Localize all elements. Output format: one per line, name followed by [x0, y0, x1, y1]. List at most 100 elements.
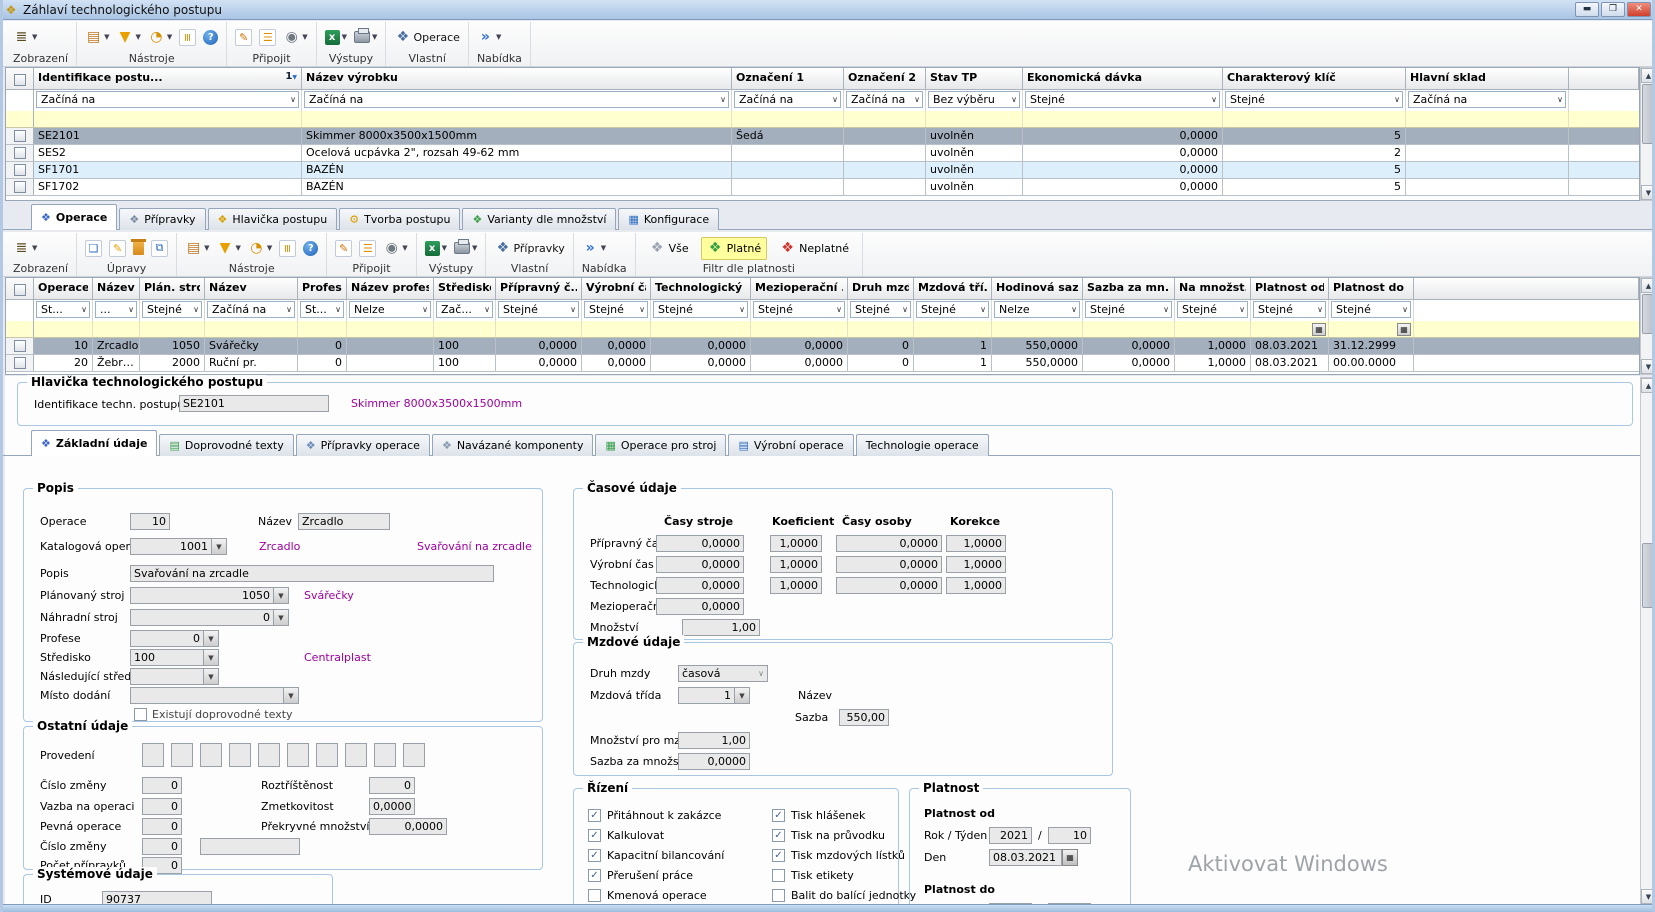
history-button[interactable]: ◔▼ [148, 29, 172, 46]
pripravny-koeficient[interactable]: 1,0000 [770, 535, 822, 552]
grid1-scrollbar[interactable]: ▲ ▼ [1640, 67, 1655, 201]
filter-input-cell[interactable] [140, 321, 205, 337]
filter-valid-button[interactable]: ❖Platné [701, 237, 767, 260]
vazba-na-operaci-field[interactable]: 0 [142, 798, 182, 815]
filter-combo[interactable]: Stejné∨ [850, 301, 911, 318]
filter-combo[interactable]: Stejné∨ [142, 301, 202, 318]
grid-column-header[interactable]: Sazba za mn... [1083, 278, 1175, 300]
filter-input-cell[interactable]: ▦ [1251, 321, 1329, 337]
tab-vyrobni-operace[interactable]: ▤Výrobní operace [728, 434, 853, 456]
roztristenost-field[interactable]: 0 [369, 777, 415, 794]
filter-input-cell[interactable] [34, 111, 302, 127]
calendar-icon[interactable]: ▦ [1062, 849, 1078, 866]
zmetkovitost-field[interactable]: 0,0000 [369, 798, 415, 815]
pripravny-cas-stroje[interactable]: 0,0000 [656, 535, 744, 552]
provedeni-box[interactable] [200, 743, 222, 767]
routing-description-link[interactable]: Skimmer 8000x3500x1500mm [351, 395, 522, 412]
scroll-up-icon[interactable]: ▲ [1641, 68, 1655, 83]
table-row[interactable]: SF1701BAZÉNuvolněn0,00005 [6, 162, 1639, 179]
provedeni-box[interactable] [171, 743, 193, 767]
vyrobni-cas-osoby[interactable]: 0,0000 [836, 556, 942, 573]
stredisko-link[interactable]: Centralplast [304, 649, 371, 666]
filter-input-cell[interactable]: ▦ [1329, 321, 1414, 337]
grid-column-header[interactable]: Označení 1 [732, 68, 844, 90]
provedeni-box[interactable] [142, 743, 164, 767]
grid-column-header[interactable]: Název profese [347, 278, 434, 300]
checkbox-item[interactable]: ✓Přerušení práce [588, 867, 758, 887]
delete-record-button[interactable] [133, 242, 144, 255]
pripravny-cas-osoby[interactable]: 0,0000 [836, 535, 942, 552]
filter-combo[interactable]: Nelze∨ [349, 301, 431, 318]
row-checkbox[interactable] [14, 147, 26, 159]
grid-column-header[interactable]: Druh mzdy [848, 278, 914, 300]
provedeni-box[interactable] [258, 743, 280, 767]
filter-combo[interactable]: Stejné∨ [1331, 301, 1411, 318]
grid-column-header[interactable]: Název [205, 278, 298, 300]
table-row[interactable]: 10Zrcadlo1050Svářečky01000,00000,00000,0… [6, 338, 1639, 355]
filter-input-cell[interactable] [434, 321, 496, 337]
media-button[interactable]: ◉▼ [383, 240, 407, 257]
checkbox-item[interactable]: ✓Kapacitní bilancování [588, 847, 758, 867]
settings-button[interactable]: ≡ [179, 29, 196, 46]
filter-combo[interactable]: Stejné∨ [584, 301, 648, 318]
spinner-button[interactable]: ▼ [212, 538, 227, 555]
tab-technologie-operace[interactable]: Technologie operace [856, 434, 989, 456]
grid-column-header[interactable]: Na množst... [1175, 278, 1251, 300]
filter-input-cell[interactable] [93, 321, 140, 337]
select-all-checkbox[interactable] [14, 74, 26, 86]
prekryvne-mnozstvi-field[interactable]: 0,0000 [369, 818, 447, 835]
grid-column-header[interactable]: Hodinová saz... [992, 278, 1083, 300]
spinner-button[interactable]: ▼ [284, 687, 299, 704]
filter-input-cell[interactable] [496, 321, 582, 337]
table-row[interactable]: 20Žebr…2000Ruční pr.01000,00000,00000,00… [6, 355, 1639, 372]
help-button[interactable]: ? [203, 30, 218, 45]
filter-combo[interactable]: Začíná na∨ [734, 91, 841, 108]
zmena-popis-field[interactable] [200, 838, 300, 855]
scroll-up-icon[interactable]: ▲ [1641, 278, 1655, 293]
provedeni-box[interactable] [316, 743, 338, 767]
grid-column-header[interactable]: Platnost od [1251, 278, 1329, 300]
filter-combo[interactable]: St...∨ [300, 301, 344, 318]
spinner-button[interactable]: ▼ [204, 630, 219, 647]
filter-input-cell[interactable] [1175, 321, 1251, 337]
grid-column-header[interactable]: Výrobní čas [582, 278, 651, 300]
new-record-button[interactable]: ❏ [85, 240, 102, 257]
tab-hlavicka-postupu[interactable]: ❖Hlavička postupu [208, 208, 338, 230]
calculator-icon[interactable]: ▦ [1312, 323, 1326, 336]
vyrobni-koeficient[interactable]: 1,0000 [770, 556, 822, 573]
filter-input-cell[interactable] [914, 321, 992, 337]
grid-column-header[interactable]: Platnost do [1329, 278, 1414, 300]
filter-input-cell[interactable] [751, 321, 848, 337]
custom-operace-button[interactable]: ❖Operace [394, 29, 460, 46]
scroll-down-icon[interactable]: ▼ [1641, 889, 1655, 904]
katalog-link[interactable]: Zrcadlo [259, 538, 300, 555]
checkbox[interactable] [772, 889, 785, 902]
filter-combo[interactable]: Bez výběru∨ [928, 91, 1020, 108]
close-button[interactable]: ✕ [1627, 2, 1651, 17]
row-checkbox[interactable] [14, 340, 26, 352]
filter-combo[interactable]: Zač...∨ [436, 301, 493, 318]
mnozstvi-field[interactable]: 1,00 [682, 619, 760, 636]
print-button[interactable]: ▼ [454, 242, 477, 254]
filter-input-cell[interactable] [34, 321, 93, 337]
tab-zakladni-udaje[interactable]: ❖Základní údaje [31, 430, 157, 456]
tab-operace-pro-stroj[interactable]: ▦Operace pro stroj [595, 434, 726, 456]
grid-column-header[interactable]: Operace [34, 278, 93, 300]
scroll-thumb[interactable] [1642, 294, 1655, 334]
checkbox[interactable]: ✓ [588, 869, 601, 882]
platnost-od-den-field[interactable]: 08.03.2021 [989, 849, 1062, 866]
spinner-button[interactable]: ▼ [204, 668, 219, 685]
checkbox[interactable]: ✓ [772, 849, 785, 862]
filter-input-cell[interactable] [298, 321, 347, 337]
provedeni-box[interactable] [287, 743, 309, 767]
table-row[interactable]: SE2101Skimmer 8000x3500x1500mmŠedáuvolně… [6, 128, 1639, 145]
platnost-od-rok-field[interactable]: 2021 [989, 827, 1032, 844]
filter-input-cell[interactable] [205, 321, 298, 337]
copy-record-button[interactable]: ⧉ [151, 240, 168, 257]
pevna-operace-field[interactable]: 0 [142, 818, 182, 835]
spinner-button[interactable]: ▼ [274, 587, 289, 604]
media-button[interactable]: ◉▼ [283, 29, 307, 46]
grid2-scrollbar[interactable]: ▲ ▼ [1640, 277, 1655, 375]
checkbox-item[interactable]: ✓Kalkulovat [588, 827, 758, 847]
note-button[interactable]: ✎ [335, 240, 352, 257]
